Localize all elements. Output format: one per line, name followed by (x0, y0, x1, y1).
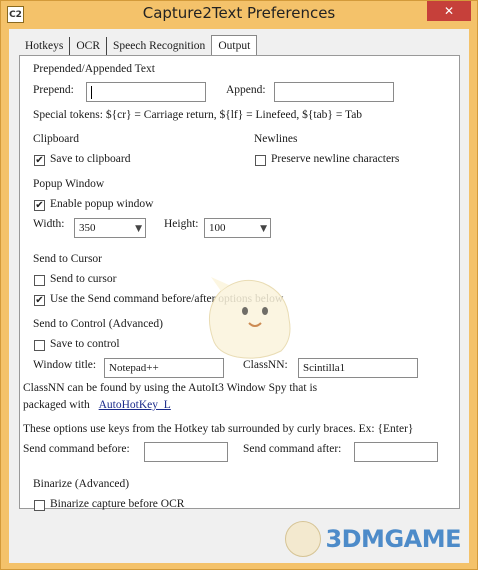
classnn-input[interactable]: Scintilla1 (298, 358, 418, 378)
title-bar[interactable]: C2 Capture2Text Preferences ✕ (1, 1, 477, 29)
send-before-label: Send command before: (23, 443, 130, 455)
tab-output[interactable]: Output (211, 35, 258, 57)
tab-speech-recognition[interactable]: Speech Recognition (107, 37, 211, 57)
tab-ocr[interactable]: OCR (70, 37, 107, 57)
binarize-heading: Binarize (Advanced) (33, 478, 130, 490)
send-cursor-heading: Send to Cursor (33, 253, 102, 265)
window-title: Capture2Text Preferences (142, 4, 336, 22)
close-button[interactable]: ✕ (427, 1, 471, 21)
close-icon: ✕ (443, 4, 455, 18)
preserve-newline-checkbox[interactable] (255, 155, 266, 166)
clipboard-heading: Clipboard (33, 133, 79, 145)
dialog-client: Hotkeys OCR Speech Recognition Output Pr… (9, 29, 469, 563)
mascot-sticker (208, 277, 291, 359)
send-before-input[interactable] (144, 442, 228, 462)
prepend-input[interactable] (86, 82, 206, 102)
height-label: Height: (164, 218, 199, 230)
autohotkey-link[interactable]: AutoHotKey_L (99, 399, 171, 411)
send-commands-note: These options use keys from the Hotkey t… (23, 423, 414, 435)
popup-heading: Popup Window (33, 178, 105, 190)
width-select[interactable]: 350 ▼ (74, 218, 146, 238)
append-input[interactable] (274, 82, 394, 102)
prepended-heading: Prepended/Appended Text (33, 63, 155, 75)
send-to-cursor-label: Send to cursor (50, 273, 117, 285)
preferences-window: C2 Capture2Text Preferences ✕ Hotkeys OC… (0, 0, 478, 570)
classnn-note-line1: ClassNN can be found by using the AutoIt… (23, 382, 318, 394)
enable-popup-label: Enable popup window (50, 198, 154, 210)
save-to-control-checkbox[interactable] (34, 340, 45, 351)
width-label: Width: (33, 218, 65, 230)
tab-hotkeys[interactable]: Hotkeys (19, 37, 71, 57)
window-title-input[interactable]: Notepad++ (104, 358, 224, 378)
watermark-logo-icon (285, 521, 322, 557)
send-control-heading: Send to Control (Advanced) (33, 318, 163, 330)
chevron-down-icon: ▼ (260, 224, 267, 234)
special-tokens-text: Special tokens: ${cr} = Carriage return,… (33, 109, 363, 121)
binarize-checkbox[interactable] (34, 500, 45, 511)
send-after-label: Send command after: (243, 443, 342, 455)
classnn-note-prefix: packaged with (23, 399, 90, 411)
preserve-newline-label: Preserve newline characters (271, 153, 400, 165)
send-to-cursor-checkbox[interactable] (34, 275, 45, 286)
save-to-clipboard-label: Save to clipboard (50, 153, 131, 165)
save-to-clipboard-checkbox[interactable]: ✔ (34, 155, 45, 166)
prepend-label: Prepend: (33, 84, 74, 96)
binarize-label: Binarize capture before OCR (50, 498, 185, 510)
chevron-down-icon: ▼ (135, 224, 142, 234)
use-send-command-checkbox[interactable]: ✔ (34, 295, 45, 306)
save-to-control-label: Save to control (50, 338, 120, 350)
watermark: 3DMGAME (285, 521, 461, 557)
watermark-text: 3DMGAME (325, 525, 461, 553)
height-select[interactable]: 100 ▼ (204, 218, 271, 238)
tab-strip: Hotkeys OCR Speech Recognition Output (19, 35, 258, 57)
classnn-note-line2: packaged with AutoHotKey_L (23, 399, 171, 411)
enable-popup-checkbox[interactable]: ✔ (34, 200, 45, 211)
text-caret (91, 85, 92, 99)
send-after-input[interactable] (354, 442, 438, 462)
window-title-label: Window title: (33, 359, 97, 371)
append-label: Append: (226, 84, 266, 96)
newlines-heading: Newlines (254, 133, 298, 145)
